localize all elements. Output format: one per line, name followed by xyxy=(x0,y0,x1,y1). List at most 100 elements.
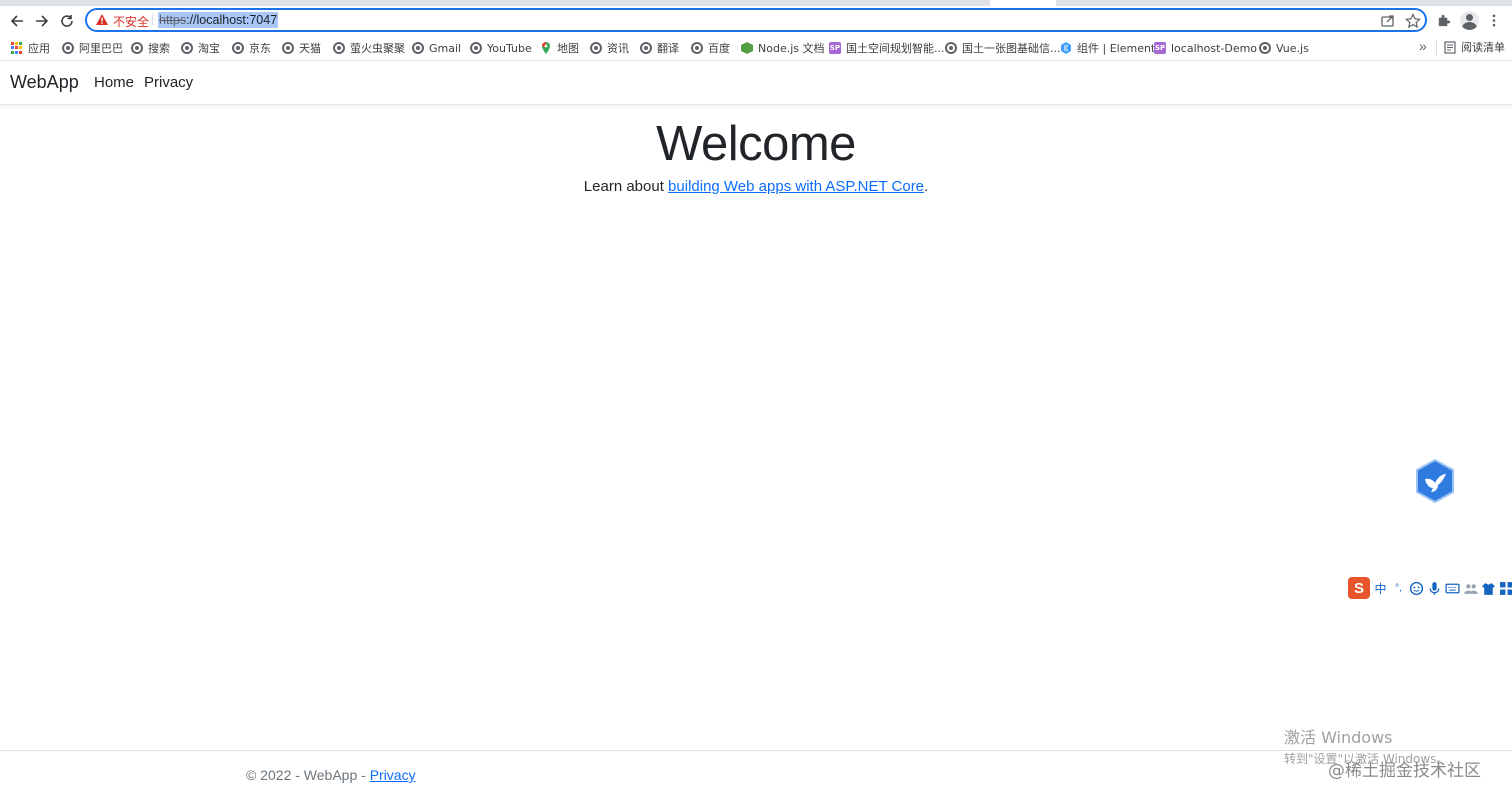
keyboard-icon[interactable] xyxy=(1445,581,1460,596)
reading-list-icon xyxy=(1444,40,1456,54)
sp-badge-icon: SP xyxy=(1154,42,1166,54)
globe-icon xyxy=(412,42,424,54)
bookmark-label: 百度 xyxy=(708,42,730,55)
lead-suffix: . xyxy=(924,178,929,195)
bookmark-firefly[interactable]: 萤火虫聚聚 xyxy=(333,39,405,57)
page-title: Welcome xyxy=(656,117,856,171)
bookmark-vuejs[interactable]: Vue.js xyxy=(1259,39,1309,57)
url-text[interactable]: https://localhost:7047 xyxy=(158,12,279,28)
reading-list-label: 阅读清单 xyxy=(1461,41,1505,54)
browser-toolbar: 不安全 | https://localhost:7047 xyxy=(0,6,1512,35)
aspnet-docs-link[interactable]: building Web apps with ASP.NET Core xyxy=(668,178,924,195)
globe-icon xyxy=(590,42,602,54)
globe-icon xyxy=(181,42,193,54)
avatar-head xyxy=(1466,14,1473,21)
reload-button[interactable] xyxy=(56,10,78,32)
ime-toolbar: S 中 °, xyxy=(1348,577,1512,599)
microphone-icon[interactable] xyxy=(1427,581,1442,596)
forward-button[interactable] xyxy=(31,10,53,32)
sp-badge-icon: SP xyxy=(829,42,841,54)
maps-icon xyxy=(542,42,550,54)
globe-icon xyxy=(333,42,345,54)
bookmark-label: localhost-Demo xyxy=(1171,41,1258,55)
bookmark-nodejs[interactable]: Node.js 文档 xyxy=(741,39,825,57)
bookmark-label: 淘宝 xyxy=(198,42,220,55)
bookmark-label: 国土空间规划智能... xyxy=(846,42,945,55)
bookmark-label: 阿里巴巴 xyxy=(79,42,123,55)
globe-icon xyxy=(1259,42,1271,54)
bookmark-baidu[interactable]: 百度 xyxy=(691,39,730,57)
apps-grid-icon xyxy=(11,42,23,54)
bookmark-land-planning[interactable]: SP 国土空间规划智能... xyxy=(829,39,945,57)
bookmark-jd[interactable]: 京东 xyxy=(232,39,271,57)
nav-link-home[interactable]: Home xyxy=(94,74,134,91)
back-button[interactable] xyxy=(6,10,28,32)
bookmark-label: 萤火虫聚聚 xyxy=(350,42,405,55)
lead-paragraph: Learn about building Web apps with ASP.N… xyxy=(0,178,1512,195)
bookmark-element[interactable]: 组件 | Element xyxy=(1060,39,1155,57)
star-bookmark-icon[interactable] xyxy=(1405,13,1421,29)
reading-list-button[interactable]: 阅读清单 xyxy=(1444,39,1505,55)
insecure-label[interactable]: 不安全 xyxy=(113,13,149,30)
emoji-smile-icon[interactable] xyxy=(1409,581,1424,596)
bookmarks-bar: 应用 阿里巴巴 搜索 淘宝 京东 天猫 萤火虫聚聚 Gmail YouTube … xyxy=(0,35,1512,61)
bookmark-label: 地图 xyxy=(557,42,579,55)
bookmark-label: 资讯 xyxy=(607,42,629,55)
bookmark-translate[interactable]: 翻译 xyxy=(640,39,679,57)
skin-shirt-icon[interactable] xyxy=(1481,581,1496,596)
globe-icon xyxy=(640,42,652,54)
globe-icon xyxy=(282,42,294,54)
bookmark-label: 天猫 xyxy=(299,42,321,55)
globe-icon xyxy=(691,42,703,54)
avatar-body xyxy=(1462,22,1477,30)
bookmark-label: 搜索 xyxy=(148,42,170,55)
bookmark-search[interactable]: 搜索 xyxy=(131,39,170,57)
navbar-brand[interactable]: WebApp xyxy=(10,72,79,93)
extensions-puzzle-icon[interactable] xyxy=(1436,13,1451,28)
profile-avatar[interactable] xyxy=(1460,11,1479,30)
back-arrow-icon xyxy=(10,15,23,27)
url-scheme: https xyxy=(159,13,187,27)
bookmark-tmall[interactable]: 天猫 xyxy=(282,39,321,57)
element-icon xyxy=(1061,42,1071,54)
bookmarks-overflow-button[interactable]: » xyxy=(1419,38,1427,54)
bookmark-gmail[interactable]: Gmail xyxy=(412,39,461,57)
floating-assistant-icon[interactable] xyxy=(1414,459,1456,503)
bookmark-taobao[interactable]: 淘宝 xyxy=(181,39,220,57)
url-host: ://localhost:7047 xyxy=(186,13,278,27)
browser-menu-icon[interactable] xyxy=(1490,13,1498,28)
ime-users-icon[interactable] xyxy=(1463,581,1478,596)
bookmark-label: 国土一张图基础信... xyxy=(962,42,1061,55)
globe-icon xyxy=(232,42,244,54)
ime-chinese-mode-toggle[interactable]: 中 xyxy=(1373,581,1388,596)
omnibox-separator: | xyxy=(151,11,155,26)
bookmark-maps[interactable]: 地图 xyxy=(540,39,579,57)
lead-prefix: Learn about xyxy=(583,178,669,195)
bookmark-youtube[interactable]: YouTube xyxy=(470,39,532,57)
share-icon[interactable] xyxy=(1380,13,1396,29)
footer-copyright: © 2022 - WebApp - xyxy=(246,767,370,783)
globe-icon xyxy=(945,42,957,54)
globe-icon xyxy=(62,42,74,54)
bookmark-label: 组件 | Element xyxy=(1077,42,1156,55)
warning-triangle-icon[interactable] xyxy=(95,13,109,27)
nav-link-privacy[interactable]: Privacy xyxy=(144,74,193,91)
bookmark-news[interactable]: 资讯 xyxy=(590,39,629,57)
activate-windows-title: 激活 Windows xyxy=(1284,728,1393,747)
bookmark-land-map[interactable]: 国土一张图基础信... xyxy=(945,39,1061,57)
address-bar[interactable]: 不安全 | https://localhost:7047 xyxy=(85,8,1427,32)
bookmark-label: Node.js 文档 xyxy=(758,42,825,55)
bookmark-alibaba[interactable]: 阿里巴巴 xyxy=(62,39,123,57)
reload-icon xyxy=(61,15,73,27)
bookmark-localhost-demo[interactable]: SP localhost-Demo xyxy=(1154,39,1257,57)
bookmark-label: 应用 xyxy=(28,42,50,55)
footer-privacy-link[interactable]: Privacy xyxy=(370,767,416,783)
nodejs-icon xyxy=(741,42,753,54)
bookmarks-divider xyxy=(1436,40,1437,56)
ime-toolbox-grid-icon[interactable] xyxy=(1499,581,1512,596)
footer: © 2022 - WebApp - Privacy xyxy=(246,767,416,783)
globe-icon xyxy=(470,42,482,54)
sogou-ime-logo-icon[interactable]: S xyxy=(1348,577,1370,599)
ime-punctuation-toggle[interactable]: °, xyxy=(1391,581,1406,596)
bookmark-apps[interactable]: 应用 xyxy=(11,39,50,57)
